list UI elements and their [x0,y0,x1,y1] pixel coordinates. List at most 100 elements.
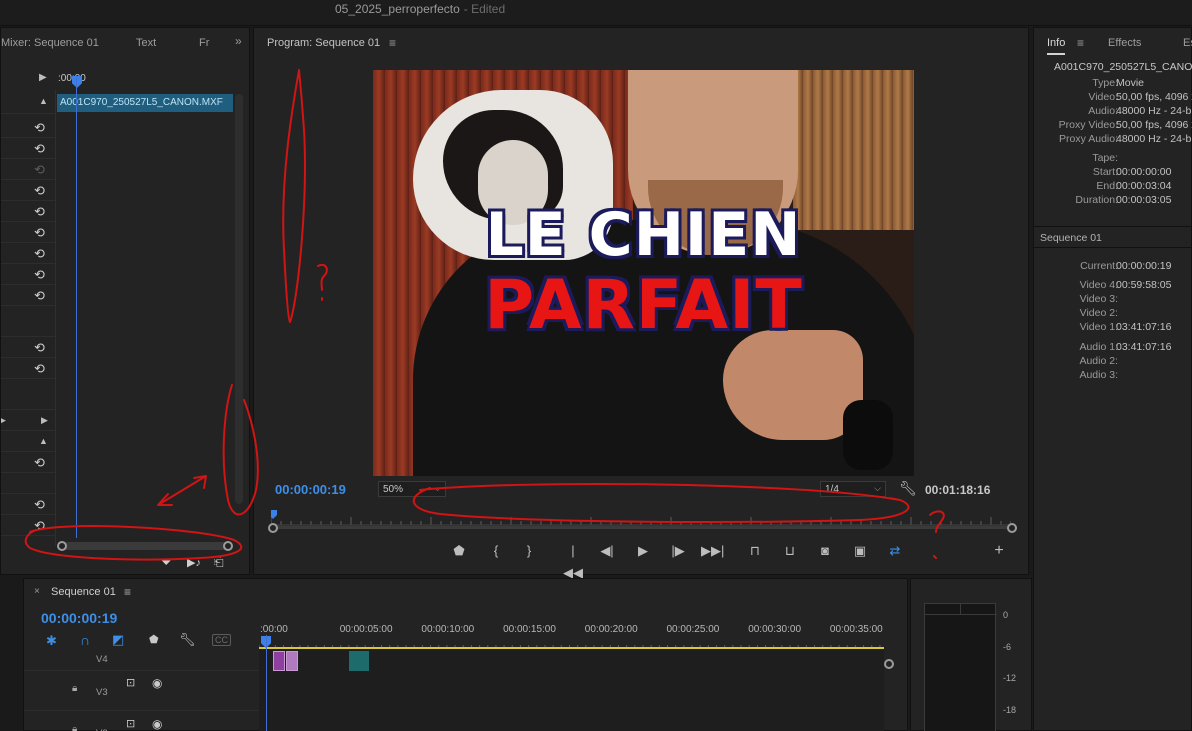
add-marker-icon[interactable]: ⬟ [149,633,159,646]
list-item: ⟲ [1,181,55,201]
playhead-marker[interactable] [72,76,82,88]
collapse-up-icon[interactable]: ▲ [39,436,48,446]
close-icon[interactable]: × [34,586,40,597]
reset-icon[interactable]: ⟲ [34,225,45,241]
reset-icon[interactable]: ⟲ [34,518,45,534]
tab-frame[interactable]: Fr [199,37,209,49]
meter-scale-label: 0 [1003,610,1009,620]
info-key: Video 2: [1079,307,1118,319]
info-value: 48000 Hz - 24-b [1116,105,1192,117]
vertical-scrollbar[interactable] [235,94,243,504]
title-bar: 05_2025_perroperfecto - Edited [0,0,1192,26]
proxy-toggle-icon[interactable]: ⇄ [884,540,906,562]
list-item [1,307,55,337]
monitor-scrub-bar[interactable] [271,526,1011,529]
reset-icon[interactable]: ⟲ [34,455,45,471]
go-to-out-icon[interactable]: ▶▶| [701,540,724,562]
reset-icon[interactable]: ⟲ [34,246,45,262]
reset-icon[interactable]: ⟲ [34,340,45,356]
tab-program[interactable]: Program: Sequence 01 [267,37,380,49]
reset-icon[interactable]: ⟲ [34,183,45,199]
comparison-view-icon[interactable]: ▣ [849,540,871,562]
lift-icon[interactable]: ⊓ [744,540,766,562]
list-item: ⟲ [1,338,55,358]
reset-icon[interactable]: ⟲ [34,361,45,377]
reset-icon[interactable]: ⟲ [34,288,45,304]
horizontal-scrollbar[interactable] [59,542,231,550]
export-icon[interactable]: ⎗ [214,555,224,570]
play-triangle-icon[interactable]: ▶ [39,72,47,83]
timeline-timecode[interactable]: 00:00:00:19 [41,610,117,626]
add-button-icon[interactable]: + [988,540,1010,562]
mark-out-icon[interactable]: } [518,540,540,562]
tab-text[interactable]: Text [136,37,156,49]
extract-icon[interactable]: ⊔ [779,540,801,562]
info-value: 03:41:07:16 [1116,341,1172,353]
timeline-clip[interactable] [273,651,285,671]
reset-icon[interactable]: ⟲ [34,267,45,283]
tab-effects[interactable]: Effects [1108,37,1141,49]
reset-icon[interactable]: ⟲ [34,204,45,220]
lock-icon[interactable]: 🔒︎ [72,683,77,694]
panel-overflow-icon[interactable]: » [235,34,242,48]
tab-audio-clip-mixer[interactable]: Mixer: Sequence 01 [1,37,99,49]
timeline-scroll-handle[interactable] [884,659,894,669]
zoom-dropdown[interactable]: 50% ⌵ [378,481,446,497]
expand-right-icon[interactable]: ▶ [41,415,48,426]
lock-icon[interactable]: 🔒︎ [72,724,77,731]
timeline-clip[interactable] [286,651,298,671]
reset-icon[interactable]: ⟲ [34,497,45,513]
snap-magnet-icon[interactable]: ∩ [80,632,90,648]
timeline-clip[interactable] [349,651,369,671]
mark-in-icon[interactable]: { [485,540,507,562]
panel-menu-icon[interactable]: ≡ [124,585,131,599]
list-item: ⟲ [1,359,55,379]
nest-toggle-icon[interactable]: ✱ [46,633,57,649]
resolution-dropdown[interactable]: 1/4 ⌵ [820,481,886,497]
scrub-handle-left[interactable] [268,523,278,533]
eye-icon[interactable]: ◉ [152,676,162,690]
timeline-tab-bar: × Sequence 01 ≡ [24,579,909,605]
scrub-handle-right[interactable] [1007,523,1017,533]
add-marker-icon[interactable]: ⬟ [448,540,470,562]
filter-icon[interactable]: ⏷ [161,555,171,571]
info-key: Proxy Audio: [1059,133,1118,145]
info-key: Video 3: [1079,293,1118,305]
tab-info[interactable]: Info [1047,37,1066,55]
scroll-handle-left[interactable] [57,541,67,551]
mixer-clip[interactable]: A001C970_250527L5_CANON.MXF [57,94,233,112]
step-back-icon[interactable]: ◀| [596,540,618,562]
linked-selection-icon[interactable]: ◩ [112,632,124,648]
go-to-in-icon[interactable]: |◀◀ [562,540,584,580]
tab-essential[interactable]: Es [1183,37,1192,49]
reset-icon[interactable]: ⟲ [34,141,45,157]
timeline-tick-label: 00:00:35:00 [829,624,883,635]
monitor-time-ruler[interactable] [271,510,1011,526]
eye-icon[interactable]: ◉ [152,717,162,731]
reset-icon[interactable]: ⟲ [34,162,45,178]
export-frame-camera-icon[interactable]: ◙ [814,540,836,562]
collapse-up-icon[interactable]: ▲ [39,96,48,106]
reset-icon[interactable]: ⟲ [34,120,45,136]
step-forward-icon[interactable]: |▶ [667,540,689,562]
wrench-settings-icon[interactable]: 🔧︎ [899,480,917,497]
panel-menu-icon[interactable]: ≡ [1077,36,1084,50]
current-timecode[interactable]: 00:00:00:19 [275,482,346,497]
play-icon[interactable]: ▶ [632,540,654,562]
captions-icon[interactable]: CC [212,634,231,646]
video-preview[interactable]: LE CHIEN PARFAIT [373,70,914,476]
audio-meter [924,603,997,731]
audio-sync-icon[interactable]: ▶♪ [187,556,201,569]
toggle-sync-camera-icon[interactable]: ⊡ [126,676,135,689]
list-item [1,474,55,494]
project-title: 05_2025_perroperfecto - Edited [335,2,505,16]
panel-menu-icon[interactable]: ≡ [389,36,396,50]
caption-line-1: LE CHIEN [485,200,802,270]
expand-right-icon[interactable]: ▶ [1,415,6,426]
toggle-sync-camera-icon[interactable]: ⊡ [126,717,135,730]
info-value: 00:59:58:05 [1116,279,1172,291]
tab-sequence[interactable]: Sequence 01 [51,586,116,598]
wrench-settings-icon[interactable]: 🔧︎ [179,632,196,648]
scroll-handle-right[interactable] [223,541,233,551]
mixer-tab-bar: Mixer: Sequence 01 Text Fr » [1,28,249,58]
